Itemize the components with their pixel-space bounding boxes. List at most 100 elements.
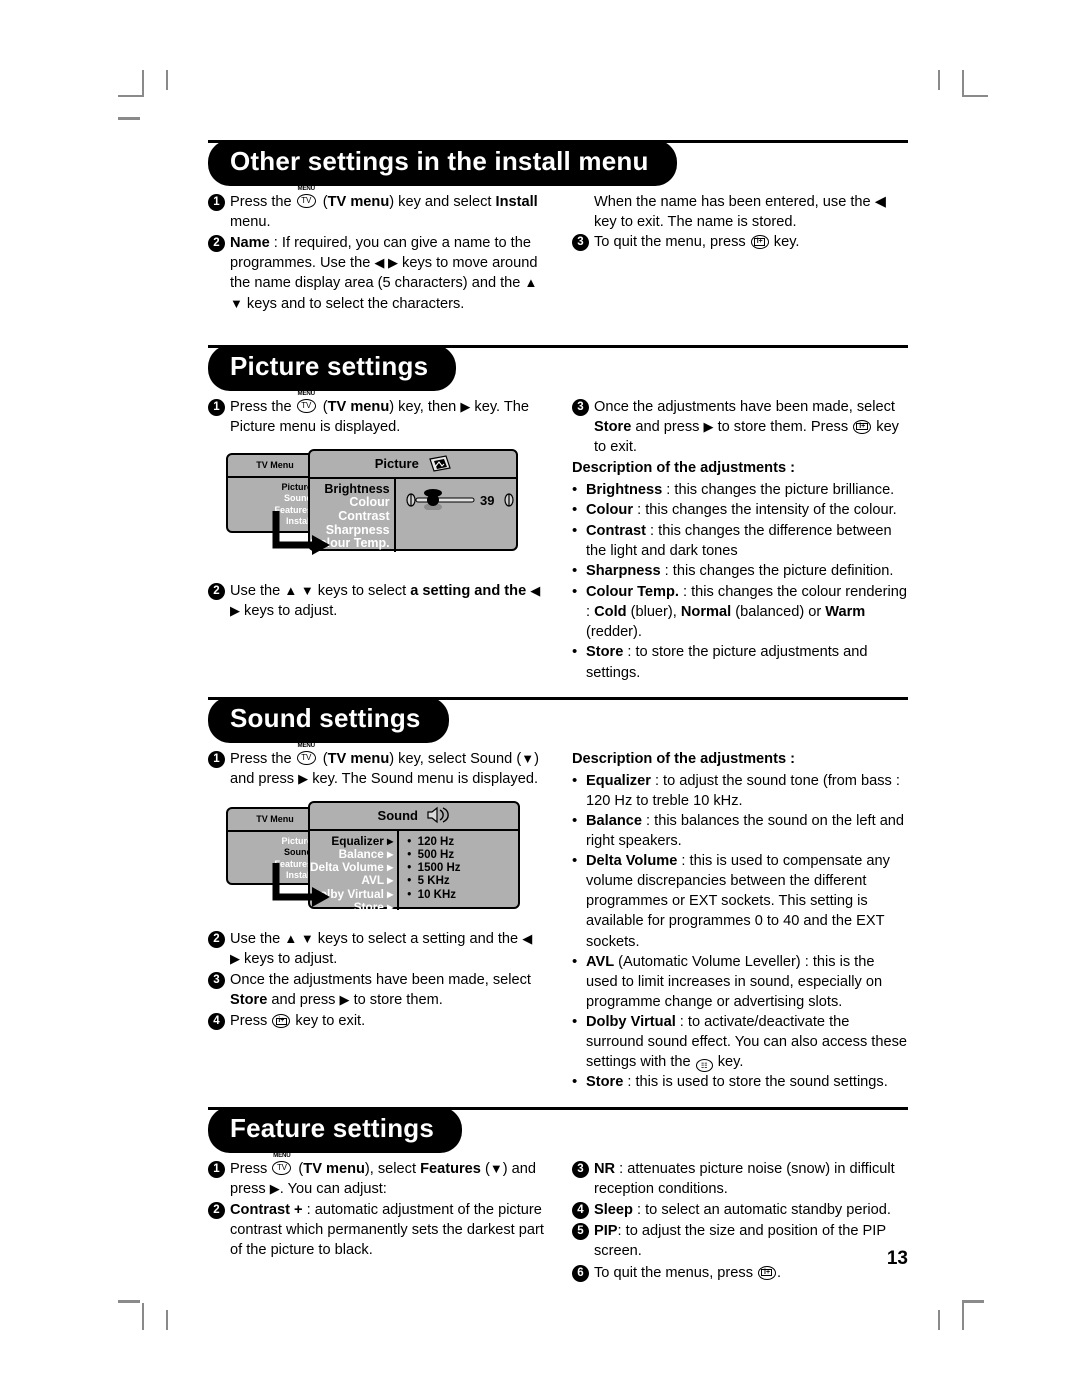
step-text: To quit the menu, press i+ key.: [594, 234, 800, 251]
osd-item-brightness[interactable]: Brightness: [310, 482, 389, 497]
brightness-slider[interactable]: 39: [406, 488, 524, 511]
bullet-icon: •: [572, 522, 578, 540]
install-note: When the name has been entered, use the …: [594, 193, 886, 231]
crop-mark-top-left-horizontal: [118, 95, 144, 97]
step-text: To quit the menus, press i+.: [594, 1264, 782, 1281]
osd-value-area: 39: [396, 479, 524, 552]
brightness-slider-icon: 39: [406, 488, 514, 511]
step-number: 1: [208, 750, 225, 768]
list-item: • Dolby Virtual : to activate/deactivate…: [572, 1012, 908, 1073]
step-number: 2: [208, 1202, 225, 1220]
crop-mark-top-left-tick: [166, 70, 168, 90]
step-number: 2: [208, 582, 225, 600]
crop-mark-top-left-vertical: [142, 70, 144, 97]
step-number: 1: [208, 1160, 225, 1178]
feature-right-column: 3 NR : attenuates picture noise (snow) i…: [572, 1159, 908, 1284]
eq-band-120hz[interactable]: • 120 Hz: [407, 836, 518, 849]
bullet-text: Brightness : this changes the picture br…: [586, 481, 895, 498]
eq-band-10khz[interactable]: • 10 KHz: [407, 889, 518, 902]
osd-sidebar-item-sound[interactable]: Sound: [228, 847, 312, 859]
bullet-icon: •: [572, 1073, 578, 1091]
submenu-arrow-icon: ▸: [387, 899, 394, 914]
step-text: Name : If required, you can give a name …: [230, 235, 538, 312]
list-item: • Delta Volume : this is used to compens…: [572, 851, 908, 952]
bullet-text: Contrast : this changes the difference b…: [586, 523, 892, 560]
step-number: 5: [572, 1223, 589, 1241]
list-item: • Store : this is used to store the soun…: [572, 1072, 908, 1093]
sound-columns: 1 Press the MENU TV (TV menu) key, select…: [208, 742, 908, 1093]
step-text: PIP: to adjust the size and position of …: [594, 1223, 886, 1260]
sound-bullet-list: • Equalizer : to adjust the sound tone (…: [572, 771, 908, 1094]
crop-mark-bottom-left-horizontal: [118, 1300, 140, 1303]
bullet-text: Delta Volume : this is used to compensat…: [586, 853, 890, 950]
step-text: Sleep : to select an automatic standby p…: [594, 1202, 891, 1219]
step-item: 2 Use the ▲ ▼ keys to select a setting a…: [208, 581, 544, 621]
step-item: 2 Name : If required, you can give a nam…: [208, 233, 544, 314]
osd-value-area: • 120 Hz • 500 Hz • 1500 Hz • 5 KHz • 10…: [399, 831, 518, 910]
list-item: • Store : to store the picture adjustmen…: [572, 642, 908, 682]
feature-columns: 1 Press MENU TV (TV menu), select Feature…: [208, 1151, 908, 1284]
picture-columns: 1 Press the MENU TV (TV menu) key, then ▶…: [208, 389, 908, 683]
eq-band-5khz[interactable]: • 5 KHz: [407, 875, 518, 888]
osd-panel: Picture Brightness Colour Contrast Sharp…: [308, 448, 518, 563]
osd-sidebar-item-picture[interactable]: Picture: [228, 836, 312, 848]
picture-bullet-list: • Brightness : this changes the picture …: [572, 480, 908, 683]
step-number: 6: [572, 1264, 589, 1282]
osd-item-colour[interactable]: Colour: [310, 496, 389, 510]
step-text: Once the adjustments have been made, sel…: [594, 398, 899, 455]
crop-mark-top-right-vertical: [962, 70, 964, 97]
eq-dot-icon: •: [407, 875, 412, 888]
step-text: NR : attenuates picture noise (snow) in …: [594, 1160, 895, 1198]
bullet-icon: •: [572, 480, 578, 498]
list-item: • Contrast : this changes the difference…: [572, 521, 908, 561]
list-item: • Brightness : this changes the picture …: [572, 480, 908, 501]
step-item: 3 NR : attenuates picture noise (snow) i…: [572, 1159, 908, 1199]
osd-panel: Sound Equalizer ▸ Balance ▸ Delta Volume…: [308, 800, 520, 913]
sound-osd-diagram: TV Menu Picture Sound Features Install S…: [226, 800, 520, 919]
bullet-text: Store : this is used to store the sound …: [586, 1074, 888, 1091]
picture-icon: [429, 455, 452, 472]
step-text: Once the adjustments have been made, sel…: [230, 972, 531, 1009]
bullet-icon: •: [572, 1013, 578, 1031]
bullet-text: Balance : this balances the sound on the…: [586, 812, 905, 849]
bullet-text: Colour Temp. : this changes the colour r…: [586, 584, 907, 641]
bullet-icon: •: [572, 811, 578, 829]
crop-mark-top-left-tick2: [118, 117, 140, 120]
list-item: • Colour Temp. : this changes the colour…: [572, 582, 908, 642]
step-number: 4: [208, 1013, 225, 1031]
step-number: 2: [208, 930, 225, 948]
eq-band-500hz[interactable]: • 500 Hz: [407, 849, 518, 862]
section-title-feature: Feature settings: [208, 1107, 463, 1153]
eq-dot-icon: •: [407, 862, 412, 875]
step-number: 1: [208, 398, 225, 416]
bullet-icon: •: [572, 952, 578, 970]
submenu-arrow-icon: ▸: [387, 886, 394, 901]
submenu-arrow-icon: ▸: [387, 847, 394, 862]
osd-panel-body: Equalizer ▸ Balance ▸ Delta Volume ▸ AVL…: [310, 830, 518, 913]
list-item: • Colour : this changes the intensity of…: [572, 500, 908, 521]
section-feature: Feature settings: [208, 1107, 908, 1153]
crop-mark-top-right-tick: [938, 70, 940, 90]
osd-panel-title: Sound: [377, 807, 418, 823]
bullet-text: Sharpness : this changes the picture def…: [586, 563, 894, 580]
bullet-icon: •: [572, 501, 578, 519]
section-title-sound: Sound settings: [208, 696, 449, 743]
eq-band-1500hz[interactable]: • 1500 Hz: [407, 862, 518, 875]
osd-sidebar-item-picture[interactable]: Picture: [228, 482, 312, 494]
step-number: 3: [572, 234, 589, 252]
install-right-column: When the name has been entered, use the …: [572, 192, 908, 315]
osd-sidebar-item-sound[interactable]: Sound: [228, 493, 312, 505]
step-text: Press the MENU TV (TV menu) key, then ▶ k…: [230, 389, 530, 435]
step-item: 3 Once the adjustments have been made, s…: [572, 397, 908, 457]
bullet-icon: •: [572, 852, 578, 870]
submenu-arrow-icon: ▸: [387, 833, 394, 848]
crop-mark-top-right-horizontal: [962, 95, 988, 97]
step-text: Press MENU TV (TV menu), select Features …: [230, 1151, 536, 1198]
bullet-text: Colour : this changes the intensity of t…: [586, 502, 897, 519]
osd-panel-body: Brightness Colour Contrast Sharpness Col…: [310, 478, 516, 563]
bullet-text: Store : to store the picture adjustments…: [586, 644, 868, 681]
svg-text:39: 39: [480, 493, 494, 508]
picture-description-heading: Description of the adjustments :: [572, 459, 795, 476]
sound-right-column: Description of the adjustments : • Equal…: [572, 749, 908, 1093]
step-number: 3: [572, 1160, 589, 1178]
